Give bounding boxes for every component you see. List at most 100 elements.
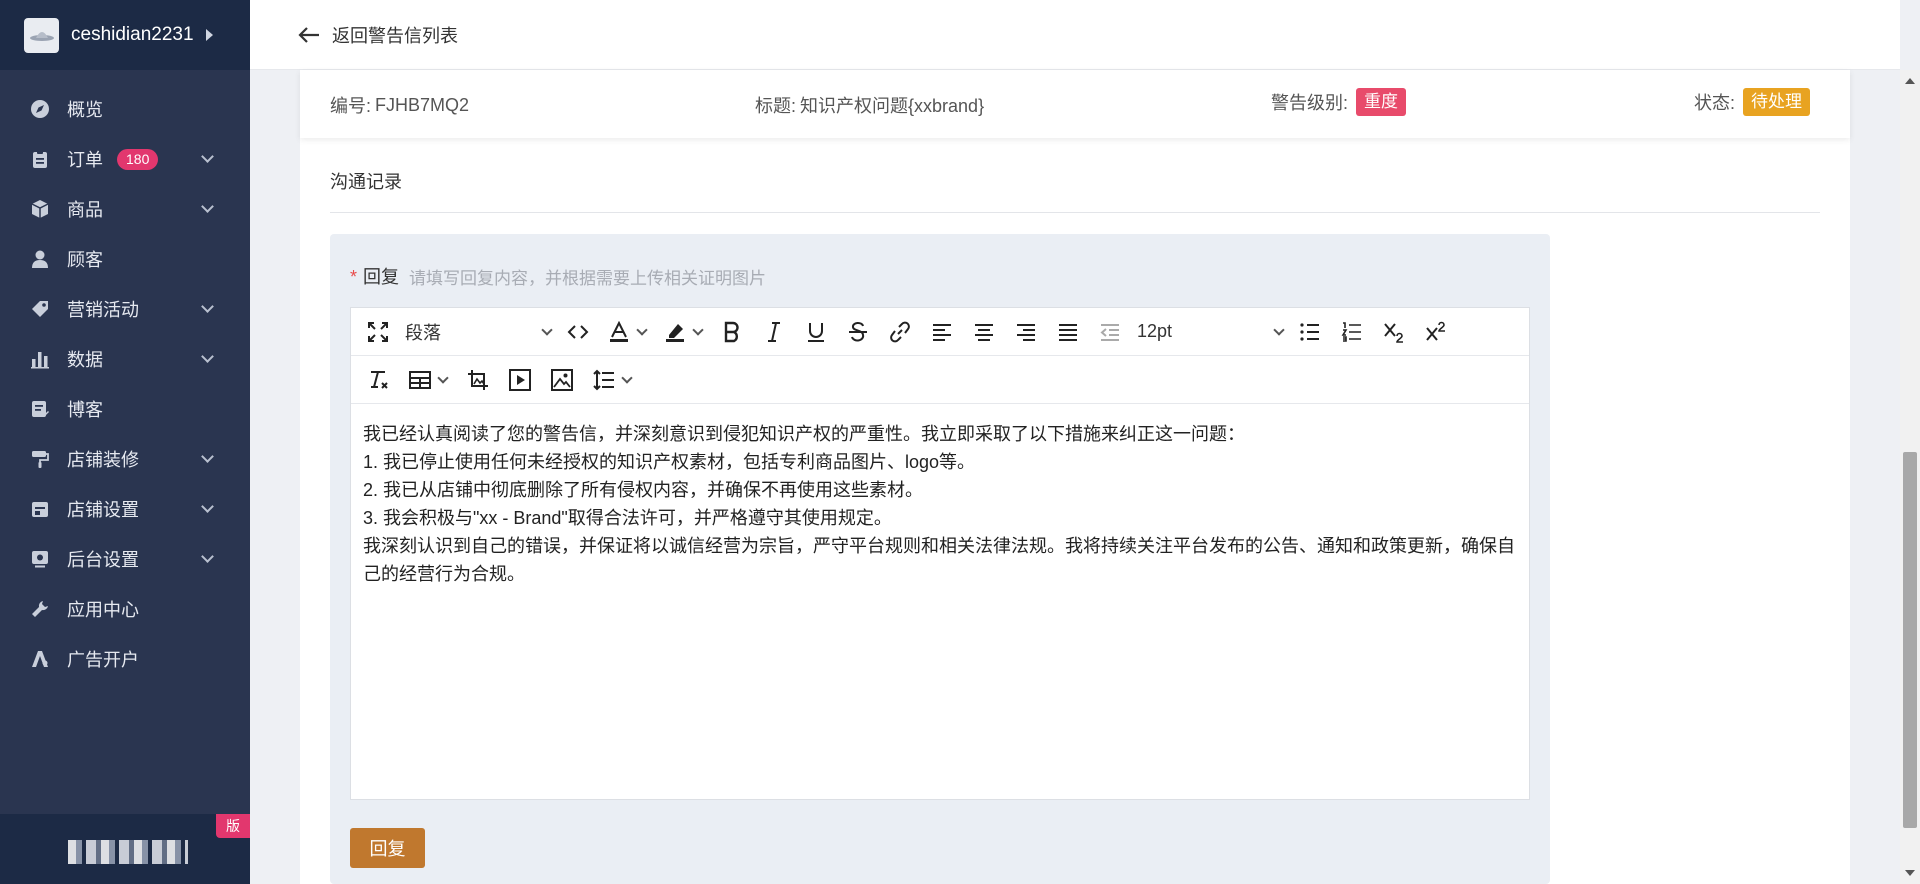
chevron-down-icon — [201, 500, 214, 513]
compass-icon — [30, 99, 50, 119]
store-icon — [30, 499, 50, 519]
video-icon[interactable] — [505, 365, 535, 395]
sidebar-item-label: 订单 — [67, 150, 103, 170]
caret-right-icon — [205, 29, 213, 41]
content-line: 我已经认真阅读了您的警告信，并深刻意识到侵犯知识产权的严重性。我立即采取了以下措… — [363, 424, 1245, 444]
main-card: 编号: FJHB7MQ2 标题: 知识产权问题{xxbrand} 警告级别: 重… — [300, 70, 1850, 884]
sidebar-item-overview[interactable]: 概览 — [0, 84, 250, 134]
bullet-list-icon[interactable] — [1295, 317, 1325, 347]
wrench-icon — [30, 599, 50, 619]
content-line: 2. 我已从店铺中彻底删除了所有侵权内容，并确保不再使用这些素材。 — [363, 480, 924, 500]
orders-count-badge: 180 — [117, 148, 159, 170]
store-switcher[interactable]: ceshidian2231 — [0, 0, 250, 70]
content-line: 1. 我已停止使用任何未经授权的知识产权素材，包括专利商品图片、logo等。 — [363, 452, 976, 472]
paragraph-format-select[interactable]: 段落 — [405, 319, 553, 345]
sidebar-item-ad-account[interactable]: 广告开户 — [0, 634, 250, 684]
chevron-down-icon — [201, 300, 214, 313]
chevron-down-icon — [1273, 323, 1285, 336]
code-field: 编号: FJHB7MQ2 — [330, 92, 469, 118]
line-height-icon[interactable] — [589, 365, 635, 395]
strikethrough-icon[interactable] — [843, 317, 873, 347]
subscript-icon[interactable] — [1379, 317, 1409, 347]
bold-icon[interactable] — [717, 317, 747, 347]
reply-label: * 回复 — [350, 263, 399, 289]
chevron-down-icon — [437, 371, 449, 384]
ad-icon — [30, 649, 50, 669]
level-label: 警告级别: — [1271, 93, 1349, 113]
editor-toolbar-row-1: 段落 12pt — [351, 308, 1529, 356]
status-badge: 待处理 — [1743, 88, 1811, 116]
level-badge: 重度 — [1356, 88, 1407, 116]
text-color-icon[interactable] — [605, 317, 649, 347]
store-avatar — [24, 17, 59, 53]
sidebar-item-marketing[interactable]: 营销活动 — [0, 284, 250, 334]
scroll-up-icon[interactable] — [1905, 78, 1915, 84]
sidebar-item-label: 应用中心 — [67, 600, 139, 620]
paragraph-format-value: 段落 — [405, 322, 441, 343]
highlight-color-icon[interactable] — [661, 317, 705, 347]
sidebar-item-customers[interactable]: 顾客 — [0, 234, 250, 284]
sidebar-item-app-center[interactable]: 应用中心 — [0, 584, 250, 634]
tag-icon — [30, 299, 50, 319]
rich-text-editor: 段落 12pt 我已经认真阅读了您的警告信，并深刻意识到侵犯知识产权的严重性。我… — [350, 307, 1530, 800]
chevron-down-icon — [201, 550, 214, 563]
sidebar-footer: 版 — [0, 814, 250, 884]
table-icon[interactable] — [405, 365, 451, 395]
code-label: 编号: — [330, 96, 372, 116]
sidebar-item-label: 后台设置 — [67, 550, 139, 570]
align-left-icon[interactable] — [927, 317, 957, 347]
reply-hint: 请填写回复内容，并根据需要上传相关证明图片 — [409, 269, 766, 288]
sidebar-item-store-settings[interactable]: 店铺设置 — [0, 484, 250, 534]
image-crop-icon[interactable] — [463, 365, 493, 395]
sidebar-item-label: 博客 — [67, 400, 103, 420]
sidebar-item-orders[interactable]: 订单 180 — [0, 134, 250, 184]
topbar: 返回警告信列表 — [250, 0, 1900, 70]
outdent-icon[interactable] — [1095, 317, 1125, 347]
code-value: FJHB7MQ2 — [375, 94, 470, 115]
sidebar-item-label: 店铺设置 — [67, 500, 139, 520]
warning-info-row: 编号: FJHB7MQ2 标题: 知识产权问题{xxbrand} 警告级别: 重… — [300, 70, 1850, 138]
page-scrollbar[interactable] — [1900, 70, 1920, 884]
superscript-icon[interactable] — [1421, 317, 1451, 347]
sidebar-item-products[interactable]: 商品 — [0, 184, 250, 234]
image-icon[interactable] — [547, 365, 577, 395]
content-line: 3. 我会积极与"xx - Brand"取得合法许可，并严格遵守其使用规定。 — [363, 508, 892, 528]
sidebar-item-admin-settings[interactable]: 后台设置 — [0, 534, 250, 584]
sidebar-item-label: 营销活动 — [67, 300, 139, 320]
chevron-down-icon — [201, 200, 214, 213]
title-value: 知识产权问题{xxbrand} — [800, 96, 985, 116]
bar-chart-icon — [30, 349, 50, 369]
reply-form: * 回复 请填写回复内容，并根据需要上传相关证明图片 段落 12pt 我已经认真… — [330, 234, 1550, 884]
reply-submit-button[interactable]: 回复 — [350, 828, 425, 868]
sidebar-item-label: 商品 — [67, 200, 103, 220]
arrow-left-icon[interactable] — [298, 26, 320, 44]
scroll-down-icon[interactable] — [1905, 870, 1915, 876]
clear-format-icon[interactable] — [363, 365, 393, 395]
chevron-down-icon — [636, 323, 648, 336]
back-to-warning-list-link[interactable]: 返回警告信列表 — [332, 22, 458, 48]
status-field: 状态: 待处理 — [1694, 88, 1811, 116]
reply-label-text: 回复 — [363, 267, 400, 287]
chevron-down-icon — [692, 323, 704, 336]
sidebar-item-data[interactable]: 数据 — [0, 334, 250, 384]
align-center-icon[interactable] — [969, 317, 999, 347]
editor-content[interactable]: 我已经认真阅读了您的警告信，并深刻意识到侵犯知识产权的严重性。我立即采取了以下措… — [351, 404, 1529, 604]
version-tag: 版 — [216, 814, 250, 838]
sidebar-item-blog[interactable]: 博客 — [0, 384, 250, 434]
sidebar-item-label: 数据 — [67, 350, 103, 370]
sidebar: ceshidian2231 概览 订单 180 商品 顾客 营销活动 数据 博客… — [0, 0, 250, 884]
user-icon — [30, 249, 50, 269]
font-size-select[interactable]: 12pt — [1137, 321, 1285, 342]
sidebar-item-store-decoration[interactable]: 店铺装修 — [0, 434, 250, 484]
fullscreen-icon[interactable] — [363, 317, 393, 347]
numbered-list-icon[interactable] — [1337, 317, 1367, 347]
code-icon[interactable] — [563, 317, 593, 347]
title-field: 标题: 知识产权问题{xxbrand} — [755, 92, 984, 118]
scroll-thumb[interactable] — [1903, 452, 1917, 828]
align-right-icon[interactable] — [1011, 317, 1041, 347]
italic-icon[interactable] — [759, 317, 789, 347]
sidebar-item-label: 广告开户 — [67, 650, 139, 670]
underline-icon[interactable] — [801, 317, 831, 347]
align-justify-icon[interactable] — [1053, 317, 1083, 347]
link-icon[interactable] — [885, 317, 915, 347]
